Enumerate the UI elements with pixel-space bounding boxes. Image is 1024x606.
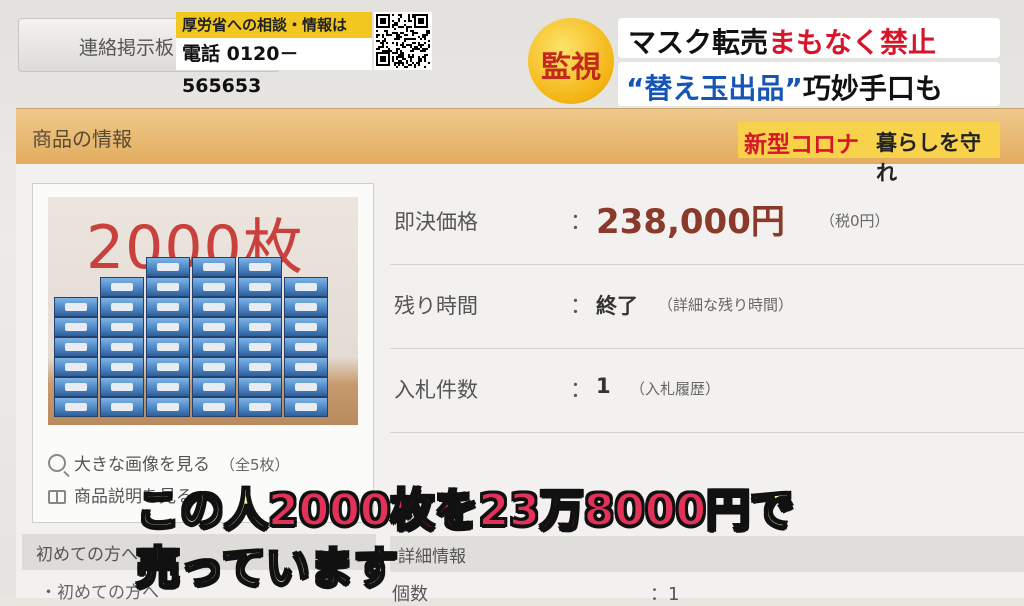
mask-box — [238, 277, 282, 297]
mask-box — [192, 357, 236, 377]
bid-history-link[interactable]: （入札履歴） — [630, 378, 720, 399]
mask-box — [54, 377, 98, 397]
mask-box — [146, 277, 190, 297]
mask-box — [192, 397, 236, 417]
hotline-title: 厚労省への相談・情報は — [176, 12, 372, 38]
product-photo[interactable]: 2000枚 — [48, 197, 358, 425]
mask-box — [54, 357, 98, 377]
mask-box — [284, 317, 328, 337]
mask-box — [54, 397, 98, 417]
image-count-note: （全5枚） — [220, 456, 290, 474]
row-colon: ： — [570, 294, 593, 319]
mask-box — [100, 377, 144, 397]
remaining-time-row: 残り時間 ： 終了 （詳細な残り時間） — [390, 264, 1024, 349]
mask-box — [54, 297, 98, 317]
mask-box — [192, 257, 236, 277]
book-icon — [48, 490, 66, 504]
bid-count-value: 1 — [596, 374, 611, 398]
corona-label-red: 新型コロナ — [744, 132, 859, 158]
subtitle-line1: この人2000枚を23万8000円で — [135, 474, 795, 538]
mask-box — [238, 377, 282, 397]
tax-note: （税0円） — [820, 212, 890, 230]
hotline-phone: 電話 0120－565653 — [176, 38, 372, 97]
mask-box — [100, 297, 144, 317]
mask-box — [146, 297, 190, 317]
buy-now-price-label: 即決価格 — [394, 210, 478, 234]
corona-label-black: 暮らしを守れ — [876, 131, 981, 185]
mask-box — [100, 317, 144, 337]
headline-line1-red: まもなく禁止 — [768, 26, 937, 59]
mask-box — [146, 317, 190, 337]
headline-line2: “替え玉出品”巧妙手口も — [626, 67, 943, 107]
remaining-time-value: 終了 — [596, 294, 638, 318]
mask-box — [192, 337, 236, 357]
remaining-time-detail-link[interactable]: （詳細な残り時間） — [658, 294, 793, 315]
view-large-image-link[interactable]: 大きな画像を見る （全5枚） — [48, 450, 290, 475]
subtitle-line1-a: この人 — [135, 484, 269, 537]
mask-box — [146, 257, 190, 277]
mask-box — [146, 337, 190, 357]
buy-now-price-value: 238,000円 — [596, 202, 785, 242]
mask-box — [284, 277, 328, 297]
product-info-title: 商品の情報 — [32, 127, 132, 151]
news-headline-banner: 監視 マスク転売まもなく禁止 “替え玉出品”巧妙手口も — [522, 12, 1004, 112]
mask-box — [238, 337, 282, 357]
mask-box — [192, 277, 236, 297]
subtitle-line1-c: で — [749, 484, 795, 537]
mask-box — [284, 397, 328, 417]
mask-box — [146, 377, 190, 397]
mask-box — [238, 397, 282, 417]
headline-line2-box: “替え玉出品”巧妙手口も — [618, 62, 1000, 106]
mask-box — [192, 297, 236, 317]
headline-line2-black: 巧妙手口も — [802, 72, 943, 105]
detail-info-header: 詳細情報 — [390, 536, 1024, 572]
row-colon: ： — [570, 378, 593, 403]
kanshi-label: 監視 — [541, 50, 601, 85]
qr-code-icon — [374, 12, 432, 70]
mask-box — [284, 377, 328, 397]
mask-box — [284, 337, 328, 357]
view-large-image-label: 大きな画像を見る — [74, 455, 210, 475]
mask-box — [238, 357, 282, 377]
quantity-value: ：1 — [650, 584, 680, 605]
mask-box — [54, 337, 98, 357]
mask-box — [54, 317, 98, 337]
mask-box — [238, 317, 282, 337]
buy-now-price-row: 即決価格 ： 238,000円 （税0円） — [390, 180, 1024, 265]
bid-count-label: 入札件数 — [394, 378, 478, 402]
mask-boxes-stack — [54, 257, 352, 417]
mask-box — [100, 357, 144, 377]
magnifier-icon — [48, 454, 66, 472]
mask-box — [100, 397, 144, 417]
mask-box — [146, 357, 190, 377]
bid-count-row: 入札件数 ： 1 （入札履歴） — [390, 348, 1024, 433]
mask-box — [146, 397, 190, 417]
headline-line1-black: マスク転売 — [628, 26, 769, 59]
headline-line2-blue: “替え玉出品” — [626, 72, 803, 105]
remaining-time-label: 残り時間 — [394, 294, 478, 318]
row-colon: ： — [570, 210, 593, 235]
headline-line1-box: マスク転売まもなく禁止 — [618, 18, 1000, 61]
mask-box — [192, 377, 236, 397]
hotline-banner: 厚労省への相談・情報は 電話 0120－565653 — [176, 12, 372, 97]
mask-box — [238, 297, 282, 317]
headline-line1: マスク転売まもなく禁止 — [628, 21, 936, 61]
mask-box — [192, 317, 236, 337]
subtitle-line2: 売っています — [135, 542, 399, 595]
mask-box — [100, 337, 144, 357]
beginners-menu-title: 初めての方へ — [36, 545, 138, 565]
detail-info-title: 詳細情報 — [398, 547, 466, 567]
bulletin-board-label: 連絡掲示板 — [79, 37, 175, 59]
mask-box — [100, 277, 144, 297]
mask-box — [284, 297, 328, 317]
mask-box — [238, 257, 282, 277]
subtitle-line1-b: 2000枚を23万8000円 — [267, 484, 751, 537]
corona-series-badge: 新型コロナ 暮らしを守れ — [738, 122, 1000, 185]
kanshi-badge: 監視 — [528, 18, 614, 104]
mask-box — [284, 357, 328, 377]
